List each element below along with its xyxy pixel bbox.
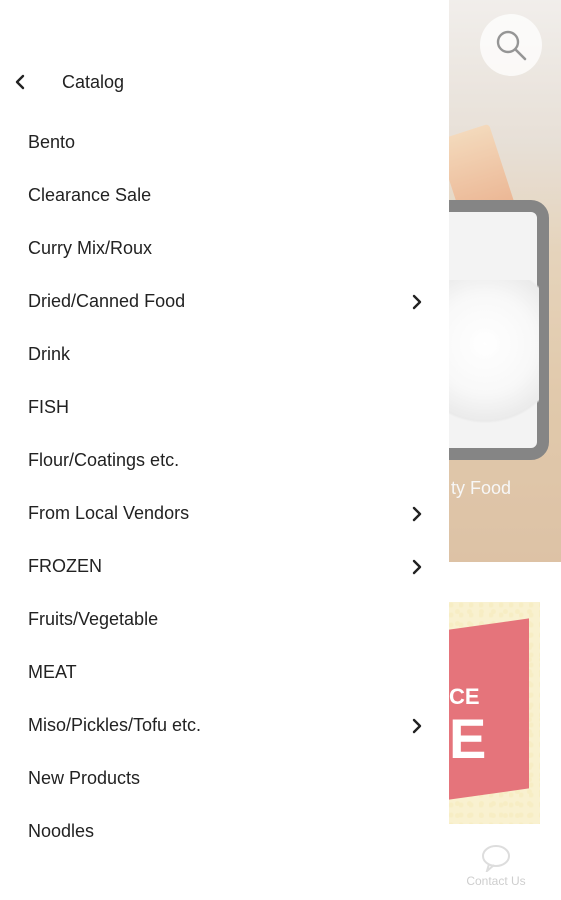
category-item[interactable]: Fruits/Vegetable xyxy=(0,593,449,646)
category-label: MEAT xyxy=(28,662,77,682)
category-item[interactable]: Drink xyxy=(0,328,449,381)
category-label: Dried/Canned Food xyxy=(28,291,186,311)
category-label: FROZEN xyxy=(28,556,102,576)
category-label: Flour/Coatings etc. xyxy=(28,450,180,470)
back-button[interactable] xyxy=(4,66,36,98)
chevron-left-icon xyxy=(15,74,25,90)
category-label: Fruits/Vegetable xyxy=(28,609,159,629)
drawer-scrim[interactable] xyxy=(449,0,561,900)
category-label: Bento xyxy=(28,132,76,152)
drawer-title: Catalog xyxy=(62,72,125,92)
category-item[interactable]: MEAT xyxy=(0,646,449,699)
category-item[interactable]: Bento xyxy=(0,116,449,169)
category-item[interactable]: Miso/Pickles/Tofu etc. xyxy=(0,699,449,752)
catalog-drawer: Catalog Bento Clearance Sale Curry Mix/Rou… xyxy=(0,0,449,900)
category-label: New Products xyxy=(28,768,141,788)
category-label: Clearance Sale xyxy=(28,185,152,205)
category-label: FISH xyxy=(28,397,70,417)
drawer-header: Catalog xyxy=(0,56,449,110)
category-item[interactable]: FROZEN xyxy=(0,540,449,593)
category-label: From Local Vendors xyxy=(28,503,190,523)
category-label: Drink xyxy=(28,344,71,364)
chevron-right-icon xyxy=(409,559,425,575)
category-item[interactable]: From Local Vendors xyxy=(0,487,449,540)
chevron-right-icon xyxy=(409,294,425,310)
chevron-right-icon xyxy=(409,506,425,522)
category-item[interactable]: Dried/Canned Food xyxy=(0,275,449,328)
category-label: Miso/Pickles/Tofu etc. xyxy=(28,715,202,735)
category-item[interactable]: Flour/Coatings etc. xyxy=(0,434,449,487)
category-item[interactable]: Curry Mix/Roux xyxy=(0,222,449,275)
category-label: Noodles xyxy=(28,821,95,841)
category-list: Bento Clearance Sale Curry Mix/Roux Dried/C… xyxy=(0,116,449,858)
chevron-right-icon xyxy=(409,718,425,734)
category-item[interactable]: New Products xyxy=(0,752,449,805)
category-item[interactable]: FISH xyxy=(0,381,449,434)
category-label: Curry Mix/Roux xyxy=(28,238,153,258)
category-item[interactable]: Clearance Sale xyxy=(0,169,449,222)
category-item[interactable]: Noodles xyxy=(0,805,449,858)
